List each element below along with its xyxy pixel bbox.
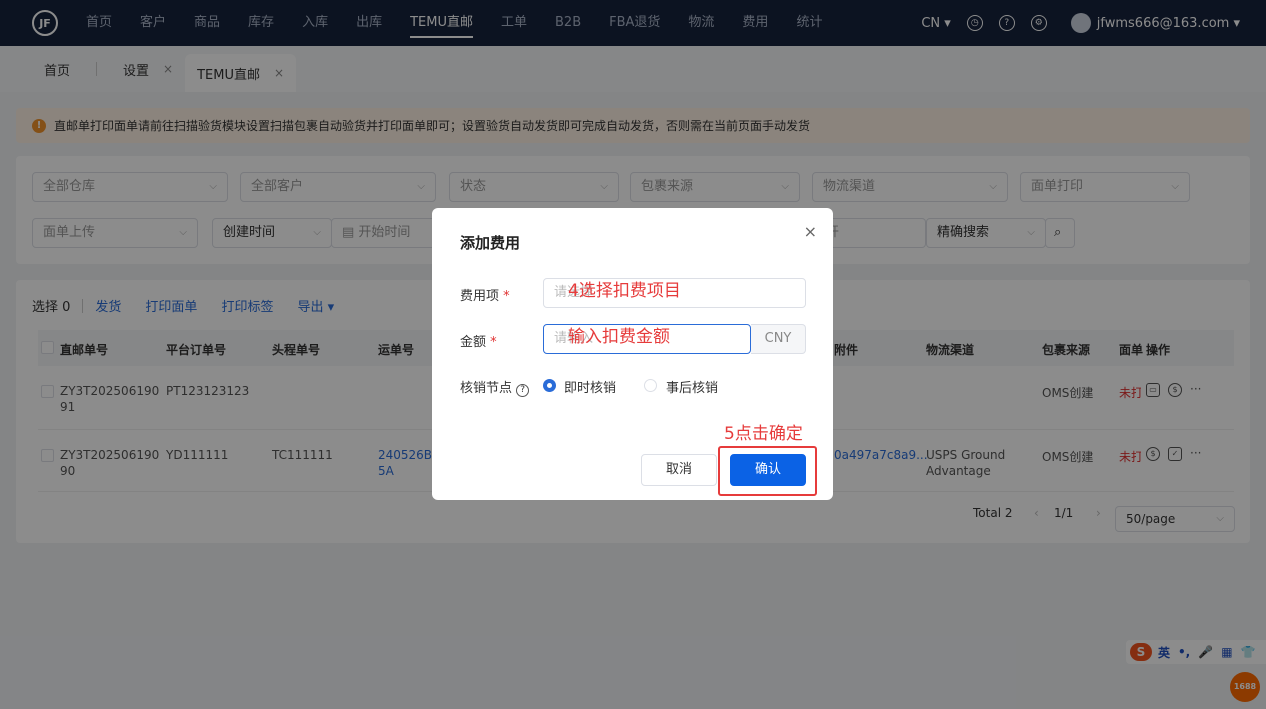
required-mark: *	[503, 289, 510, 304]
close-icon[interactable]: ×	[804, 222, 817, 241]
fee-item-label: 费用项 *	[460, 285, 510, 304]
instant-writeoff-radio[interactable]	[543, 379, 556, 392]
amount-label: 金额 *	[460, 331, 497, 350]
later-writeoff-radio[interactable]	[644, 379, 657, 392]
annotation-step5: 5点击确定	[724, 424, 803, 444]
highlight-box	[718, 446, 817, 496]
required-mark: *	[490, 335, 497, 350]
currency-addon: CNY	[751, 324, 806, 354]
label-text: 金额	[460, 335, 487, 350]
add-fee-modal: 添加费用 × 费用项 * 请选择 4选择扣费项目 金额 * 请输入 CNY 输入…	[432, 208, 833, 500]
annotation-amount: 输入扣费金额	[568, 327, 670, 347]
later-writeoff-label[interactable]: 事后核销	[666, 377, 718, 396]
annotation-step4: 4选择扣费项目	[568, 281, 681, 301]
writeoff-label: 核销节点 ?	[460, 377, 530, 397]
help-icon[interactable]: ?	[516, 384, 530, 397]
label-text: 费用项	[460, 289, 500, 304]
label-text: 核销节点	[460, 381, 513, 396]
modal-title: 添加费用	[460, 234, 521, 252]
cancel-button[interactable]: 取消	[641, 454, 717, 486]
instant-writeoff-label[interactable]: 即时核销	[564, 377, 616, 396]
